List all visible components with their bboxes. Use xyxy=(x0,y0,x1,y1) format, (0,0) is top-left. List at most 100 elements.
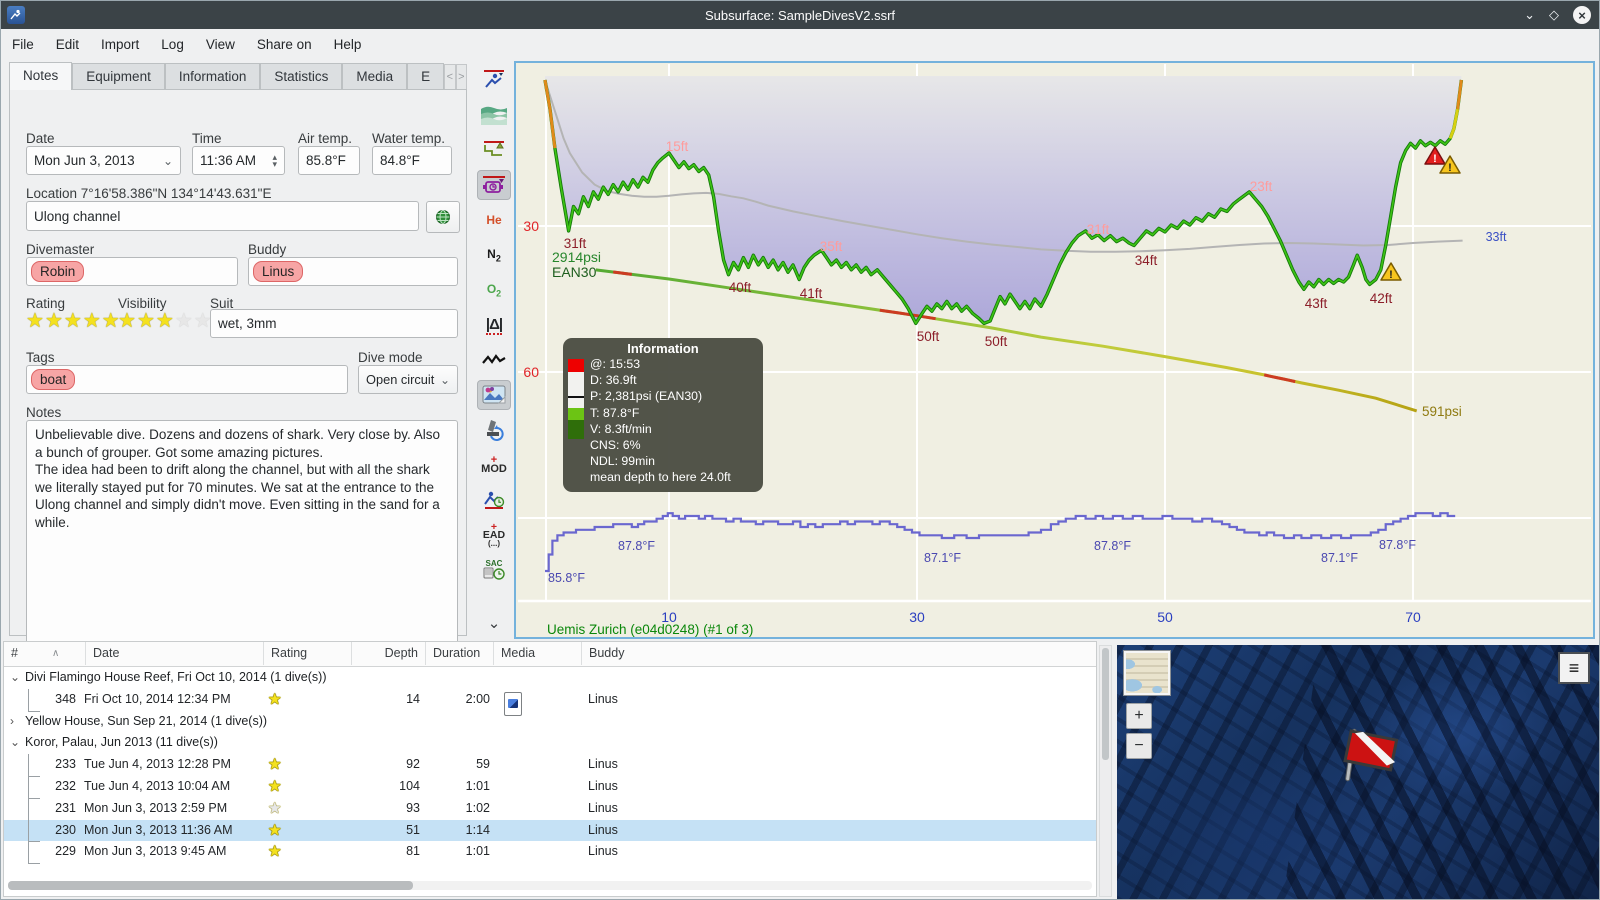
rating-stars[interactable]: ★ ★ ★ ★ ★ xyxy=(26,311,120,331)
col-number[interactable]: # ∧ xyxy=(4,642,86,665)
tab-e[interactable]: E xyxy=(407,63,445,90)
minimap[interactable] xyxy=(1123,650,1171,696)
dive-buddy: Linus xyxy=(588,691,618,706)
info-box-row: NDL: 99min xyxy=(590,454,655,469)
helium-graph-icon[interactable]: He xyxy=(477,205,511,235)
notes-textarea[interactable]: Unbelievable dive. Dozens and dozens of … xyxy=(26,420,458,653)
dive-row-231[interactable]: 231 Mon Jun 3, 2013 2:59 PM ★ ★ ★ ★ ★ 93 1:02 Lin… xyxy=(4,797,1096,821)
map-menu-button[interactable]: ≡ xyxy=(1558,652,1590,684)
divemaster-input[interactable]: Robin xyxy=(26,257,238,286)
tab-equipment[interactable]: Equipment xyxy=(72,63,165,90)
dive-date: Tue Jun 4, 2013 12:28 PM xyxy=(84,757,231,772)
col-media[interactable]: Media xyxy=(494,642,582,665)
air-temp-field[interactable]: 85.8°F xyxy=(298,146,360,175)
menu-item-edit[interactable]: Edit xyxy=(45,33,90,56)
dive-mode-combobox[interactable]: Open circuit ⌄ xyxy=(358,365,458,394)
dive-row-348[interactable]: 348 Fri Oct 10, 2014 12:34 PM ★ ★ ★ ★ ★ 14 2:00 L… xyxy=(4,688,1096,716)
dive-profile-chart[interactable]: 31ft 15ft 40ft 41ft 35ft 50ft 50ft 31ft 34ft 23ft… xyxy=(514,61,1595,639)
collapse-icon[interactable]: ⌄ xyxy=(10,732,20,754)
trip-row[interactable]: ⌄ Koror, Palau, Jun 2013 (11 dive(s)) xyxy=(4,732,1096,754)
tab-notes[interactable]: Notes xyxy=(9,62,73,90)
star-icon: ★ xyxy=(26,310,44,332)
water-temp-field[interactable]: 84.8°F xyxy=(372,146,452,175)
menu-item-view[interactable]: View xyxy=(195,33,246,56)
tab-media[interactable]: Media xyxy=(342,63,408,90)
tab-scroll-left[interactable]: < xyxy=(444,64,456,90)
photos-icon[interactable] xyxy=(477,380,511,410)
geolookup-button[interactable] xyxy=(426,201,460,233)
collapse-icon[interactable]: ⌄ xyxy=(10,667,20,689)
dive-date: Fri Oct 10, 2014 12:34 PM xyxy=(84,691,231,706)
tab-information[interactable]: Information xyxy=(164,63,261,90)
suit-input[interactable]: wet, 3mm xyxy=(210,309,458,338)
col-date[interactable]: Date xyxy=(86,642,264,665)
dive-buddy: Linus xyxy=(588,800,618,815)
menu-item-import[interactable]: Import xyxy=(90,33,150,56)
depth-label: 50ft xyxy=(917,329,940,344)
ceiling-icon[interactable] xyxy=(477,135,511,165)
info-box-row: mean depth to here 24.0ft xyxy=(590,470,731,485)
col-rating[interactable]: Rating xyxy=(264,642,352,665)
gas-delta-icon[interactable]: |Δ| xyxy=(477,310,511,340)
temperature-label: 87.1°F xyxy=(924,551,961,565)
menu-item-file[interactable]: File xyxy=(1,33,45,56)
trip-row[interactable]: ⌄ Divi Flamingo House Reef, Fri Oct 10, 2… xyxy=(4,667,1096,689)
spin-arrows-icon[interactable]: ▴ ▾ xyxy=(272,152,277,168)
location-input[interactable]: Ulong channel xyxy=(26,201,419,231)
nitrogen-graph-icon[interactable]: N2 xyxy=(477,240,511,270)
time-axis-tick: 50 xyxy=(1157,609,1173,625)
dive-row-232[interactable]: 232 Tue Jun 4, 2013 10:04 AM ★ ★ ★ ★ ★ 104 1:01 L… xyxy=(4,775,1096,799)
visibility-stars[interactable]: ★ ★ ★ ★ ★ xyxy=(118,311,212,331)
dive-date: Mon Jun 3, 2013 9:45 AM xyxy=(84,844,227,859)
zoom-in-button[interactable]: + xyxy=(1126,703,1152,729)
zoom-out-button[interactable]: − xyxy=(1126,733,1152,759)
heartrate-icon[interactable] xyxy=(477,345,511,375)
toolbar-more-icon[interactable]: ⌄ xyxy=(477,608,511,638)
menu-item-share-on[interactable]: Share on xyxy=(246,33,323,56)
col-duration[interactable]: Duration xyxy=(426,642,494,665)
trip-row[interactable]: › Yellow House, Sun Sep 21, 2014 (1 dive(… xyxy=(4,711,1096,733)
buddy-tag[interactable]: Linus xyxy=(253,261,304,282)
dive-mode-profile-icon[interactable] xyxy=(477,65,511,95)
ead-icon[interactable]: + EAD (...) xyxy=(477,520,511,550)
tissues-icon[interactable] xyxy=(477,415,511,445)
chevron-down-icon: ⌄ xyxy=(162,153,173,168)
title-bar: Subsurface: SampleDivesV2.ssrf ⌄ ◇ × xyxy=(1,1,1599,29)
time-spinner[interactable]: 11:36 AM ▴ ▾ xyxy=(192,146,285,175)
expand-icon[interactable]: › xyxy=(10,711,14,733)
star-icon: ★ xyxy=(193,310,212,332)
dive-site-map[interactable]: + − ≡ xyxy=(1117,645,1599,899)
tree-branch xyxy=(28,841,40,865)
maximize-icon[interactable]: ◇ xyxy=(1549,7,1559,23)
close-icon[interactable]: × xyxy=(1573,6,1591,24)
notes-tab-bar: Notes Equipment Information Statistics Media… xyxy=(9,62,467,90)
mod-icon[interactable]: + MOD xyxy=(477,450,511,480)
tag-boat[interactable]: boat xyxy=(31,369,76,390)
horizontal-scrollbar[interactable] xyxy=(8,881,1092,890)
divemaster-tag[interactable]: Robin xyxy=(31,261,85,282)
depth-label: 23ft xyxy=(1250,179,1273,194)
minimize-icon[interactable]: ⌄ xyxy=(1524,7,1535,23)
menu-item-log[interactable]: Log xyxy=(150,33,195,56)
dive-row-230[interactable]: 230 Mon Jun 3, 2013 11:36 AM ★ ★ ★ ★ ★ 51 1:14 Li… xyxy=(4,819,1096,843)
sac-icon[interactable]: SAC xyxy=(477,555,511,585)
dive-computer-icon[interactable] xyxy=(477,170,511,200)
oxygen-graph-icon[interactable]: O2 xyxy=(477,275,511,305)
col-depth[interactable]: Depth xyxy=(352,642,426,665)
dive-notes-panel: Notes Equipment Information Statistics Media… xyxy=(9,62,467,653)
menu-item-help[interactable]: Help xyxy=(323,33,373,56)
info-box-row: P: 2,381psi (EAN30) xyxy=(590,389,703,404)
tags-input[interactable]: boat xyxy=(26,365,348,394)
dive-row-229[interactable]: 229 Mon Jun 3, 2013 9:45 AM ★ ★ ★ ★ ★ 81 1:01 Lin… xyxy=(4,841,1096,865)
ndl-time-icon[interactable] xyxy=(477,485,511,515)
date-combobox[interactable]: Mon Jun 3, 2013 ⌄ xyxy=(26,146,181,175)
col-buddy[interactable]: Buddy xyxy=(582,642,1096,665)
waves-icon[interactable] xyxy=(477,100,511,130)
globe-icon xyxy=(436,210,450,224)
tab-statistics[interactable]: Statistics xyxy=(260,63,343,90)
buddy-input[interactable]: Linus xyxy=(248,257,458,286)
tab-scroll-right[interactable]: > xyxy=(455,64,467,90)
dive-row-233[interactable]: 233 Tue Jun 4, 2013 12:28 PM ★ ★ ★ ★ ★ 92 59 Linu… xyxy=(4,754,1096,777)
dive-flag-marker[interactable] xyxy=(1343,728,1399,782)
vertical-scrollbar[interactable] xyxy=(1099,645,1112,897)
